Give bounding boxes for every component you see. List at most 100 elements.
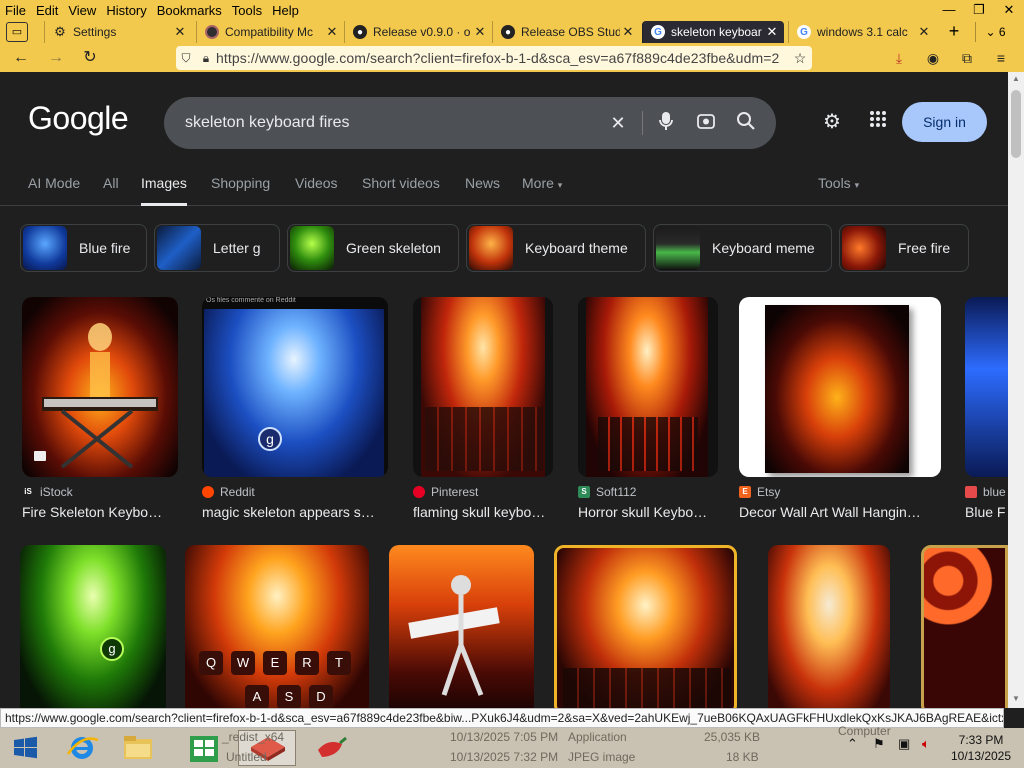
new-tab-button[interactable]: + bbox=[943, 22, 965, 42]
extensions-icon[interactable]: ⧉ bbox=[956, 48, 978, 68]
chip-green-skeleton[interactable]: Green skeleton bbox=[287, 224, 459, 272]
tray-expand-icon[interactable]: ⌃ bbox=[847, 736, 858, 752]
image-result[interactable]: Q W E R T A S D bbox=[185, 545, 369, 708]
tab-close-icon[interactable]: ✕ bbox=[324, 24, 340, 40]
chip-letter-g[interactable]: Letter g bbox=[154, 224, 280, 272]
window-controls: — ❐ ✕ bbox=[934, 0, 1024, 20]
tab-list-icon[interactable]: ▭ bbox=[6, 22, 28, 42]
tab-ai-mode[interactable]: AI Mode bbox=[28, 175, 80, 191]
chip-keyboard-theme[interactable]: Keyboard theme bbox=[466, 224, 646, 272]
tab-all[interactable]: All bbox=[103, 175, 119, 191]
tab-compatibility[interactable]: Compatibility Mc ✕ bbox=[196, 21, 344, 43]
back-icon[interactable]: ← bbox=[10, 48, 32, 68]
tab-short-videos[interactable]: Short videos bbox=[362, 175, 440, 191]
network-icon[interactable]: ▣ bbox=[898, 736, 910, 752]
file-explorer-icon[interactable] bbox=[112, 730, 164, 766]
chip-keyboard-meme[interactable]: Keyboard meme bbox=[653, 224, 832, 272]
menu-edit[interactable]: Edit bbox=[31, 3, 63, 18]
menu-help[interactable]: Help bbox=[267, 3, 304, 18]
result-source[interactable]: Pinterest bbox=[413, 485, 478, 499]
account-icon[interactable]: ◉ bbox=[922, 48, 944, 68]
tab-close-icon[interactable]: ✕ bbox=[764, 24, 780, 40]
result-title[interactable]: flaming skull keybo… bbox=[413, 504, 553, 520]
tab-videos[interactable]: Videos bbox=[295, 175, 338, 191]
scroll-up-icon[interactable]: ▲ bbox=[1008, 74, 1024, 83]
image-result[interactable]: S Soft112 Horror skull Keybo… bbox=[578, 297, 718, 527]
image-result[interactable] bbox=[768, 545, 890, 708]
hamburger-menu-icon[interactable]: ≡ bbox=[990, 48, 1012, 68]
tab-close-icon[interactable]: ✕ bbox=[472, 24, 488, 40]
image-result[interactable]: blue Blue F bbox=[965, 297, 1008, 527]
menu-bookmarks[interactable]: Bookmarks bbox=[152, 3, 227, 18]
result-title[interactable]: Fire Skeleton Keybo… bbox=[22, 504, 178, 520]
result-title[interactable]: Blue F bbox=[965, 504, 1008, 520]
apps-grid-icon[interactable] bbox=[866, 110, 890, 134]
bookmark-star-icon[interactable]: ☆ bbox=[789, 48, 811, 68]
scrollbar-thumb[interactable] bbox=[1011, 90, 1021, 158]
tab-skeleton-keyboard[interactable]: G skeleton keyboar ✕ bbox=[642, 21, 784, 43]
result-title[interactable]: Horror skull Keybo… bbox=[578, 504, 718, 520]
chip-blue-fire[interactable]: Blue fire bbox=[20, 224, 147, 272]
volume-muted-icon[interactable]: 🔈︎ bbox=[922, 736, 930, 752]
tab-windows-calc[interactable]: G windows 3.1 calc ✕ bbox=[788, 21, 936, 43]
close-window-icon[interactable]: ✕ bbox=[994, 0, 1024, 20]
microphone-icon[interactable] bbox=[654, 111, 678, 135]
image-result[interactable] bbox=[554, 545, 737, 708]
google-logo[interactable]: Google bbox=[28, 100, 129, 137]
lock-icon[interactable]: 🔒︎ bbox=[196, 51, 216, 66]
menu-file[interactable]: File bbox=[0, 3, 31, 18]
image-result[interactable]: iS iStock Fire Skeleton Keybo… bbox=[22, 297, 178, 527]
pepper-app-icon[interactable] bbox=[302, 730, 358, 766]
tab-close-icon[interactable]: ✕ bbox=[172, 24, 188, 40]
start-button[interactable] bbox=[0, 730, 52, 766]
clear-icon[interactable]: ✕ bbox=[606, 111, 630, 135]
downloads-icon[interactable]: ⤓ bbox=[888, 48, 910, 68]
search-input[interactable]: skeleton keyboard fires bbox=[185, 114, 350, 132]
menu-tools[interactable]: Tools bbox=[227, 3, 267, 18]
restore-icon[interactable]: ❐ bbox=[964, 0, 994, 20]
image-result[interactable]: E Etsy Decor Wall Art Wall Hangin… bbox=[739, 297, 941, 527]
taskbar-clock[interactable]: 7:33 PM 10/13/2025 bbox=[946, 732, 1016, 764]
address-bar[interactable]: ⛉ 🔒︎ https://www.google.com/search?clien… bbox=[176, 46, 812, 70]
tab-close-icon[interactable]: ✕ bbox=[620, 24, 636, 40]
search-icon[interactable] bbox=[734, 111, 758, 135]
menu-view[interactable]: View bbox=[63, 3, 101, 18]
flag-icon[interactable]: ⚑ bbox=[873, 736, 885, 752]
reload-icon[interactable]: ↻ bbox=[79, 48, 101, 68]
camera-lens-icon[interactable] bbox=[694, 111, 718, 135]
internet-explorer-icon[interactable] bbox=[56, 730, 108, 766]
gear-icon[interactable]: ⚙ bbox=[820, 110, 844, 134]
sign-in-button[interactable]: Sign in bbox=[902, 102, 987, 142]
tools-button[interactable]: Tools ▾ bbox=[818, 175, 859, 191]
image-result[interactable] bbox=[921, 545, 1008, 708]
tab-release-v090[interactable]: ● Release v0.9.0 · o ✕ bbox=[344, 21, 492, 43]
tab-count-button[interactable]: ⌄ 6 bbox=[975, 22, 1015, 42]
result-source[interactable]: E Etsy bbox=[739, 485, 780, 499]
page-scrollbar[interactable]: ▲ ▼ bbox=[1008, 72, 1024, 708]
menu-history[interactable]: History bbox=[101, 3, 151, 18]
tab-news[interactable]: News bbox=[465, 175, 500, 191]
tracking-shield-icon[interactable]: ⛉ bbox=[176, 51, 196, 66]
keyboard-key: E bbox=[263, 651, 287, 675]
image-result[interactable]: Os files commenté on Reddit g Reddit mag… bbox=[202, 297, 388, 527]
image-result[interactable]: g bbox=[20, 545, 166, 708]
result-title[interactable]: magic skeleton appears s… bbox=[202, 504, 388, 520]
image-result[interactable] bbox=[389, 545, 534, 708]
tab-shopping[interactable]: Shopping bbox=[211, 175, 270, 191]
chip-free-fire[interactable]: Free fire bbox=[839, 224, 969, 272]
tab-more[interactable]: More ▾ bbox=[522, 175, 562, 191]
tab-settings[interactable]: ⚙ Settings ✕ bbox=[44, 21, 192, 43]
result-source[interactable]: S Soft112 bbox=[578, 485, 636, 499]
result-title[interactable]: Decor Wall Art Wall Hangin… bbox=[739, 504, 941, 520]
tab-images[interactable]: Images bbox=[141, 175, 187, 191]
forward-icon[interactable]: → bbox=[45, 48, 67, 68]
scroll-down-icon[interactable]: ▼ bbox=[1008, 694, 1024, 703]
image-result[interactable]: Pinterest flaming skull keybo… bbox=[413, 297, 553, 527]
tab-close-icon[interactable]: ✕ bbox=[916, 24, 932, 40]
result-source[interactable]: blue bbox=[965, 485, 1006, 499]
result-source[interactable]: iS iStock bbox=[22, 485, 72, 499]
minimize-icon[interactable]: — bbox=[934, 0, 964, 20]
result-source[interactable]: Reddit bbox=[202, 485, 255, 499]
tab-release-obs[interactable]: ● Release OBS Stud ✕ bbox=[492, 21, 640, 43]
search-box[interactable]: skeleton keyboard fires ✕ bbox=[164, 97, 776, 149]
